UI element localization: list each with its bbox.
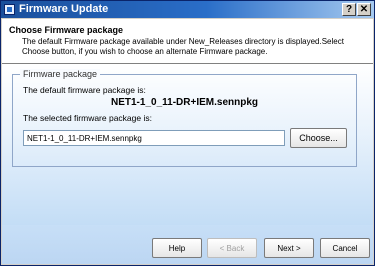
- cancel-button[interactable]: Cancel: [320, 238, 370, 258]
- default-package-name: NET1-1_0_11-DR+IEM.sennpkg: [111, 97, 258, 108]
- default-package-label: The default firmware package is:: [23, 85, 146, 95]
- group-legend: Firmware package: [20, 69, 101, 79]
- wizard-header: Choose Firmware package The default Firm…: [2, 19, 373, 64]
- page-description: The default Firmware package available u…: [22, 37, 344, 56]
- window-title: Firmware Update: [19, 3, 109, 15]
- help-button[interactable]: Help: [152, 238, 202, 258]
- wizard-content: Firmware package The default firmware pa…: [2, 64, 373, 225]
- selected-package-field[interactable]: [23, 130, 285, 146]
- choose-button[interactable]: Choose...: [290, 128, 347, 148]
- wizard-footer: Help < Back Next > Cancel: [2, 225, 373, 264]
- close-button[interactable]: ✕: [357, 3, 371, 16]
- selected-package-label: The selected firmware package is:: [23, 113, 152, 123]
- title-bar[interactable]: Firmware Update ? ✕: [1, 1, 374, 18]
- firmware-update-window: Firmware Update ? ✕ Choose Firmware pack…: [0, 0, 375, 266]
- help-title-button[interactable]: ?: [342, 3, 356, 16]
- app-icon: [4, 4, 15, 15]
- back-button[interactable]: < Back: [207, 238, 257, 258]
- page-title: Choose Firmware package: [9, 25, 124, 35]
- next-button[interactable]: Next >: [264, 238, 314, 258]
- firmware-package-group: Firmware package The default firmware pa…: [12, 69, 357, 167]
